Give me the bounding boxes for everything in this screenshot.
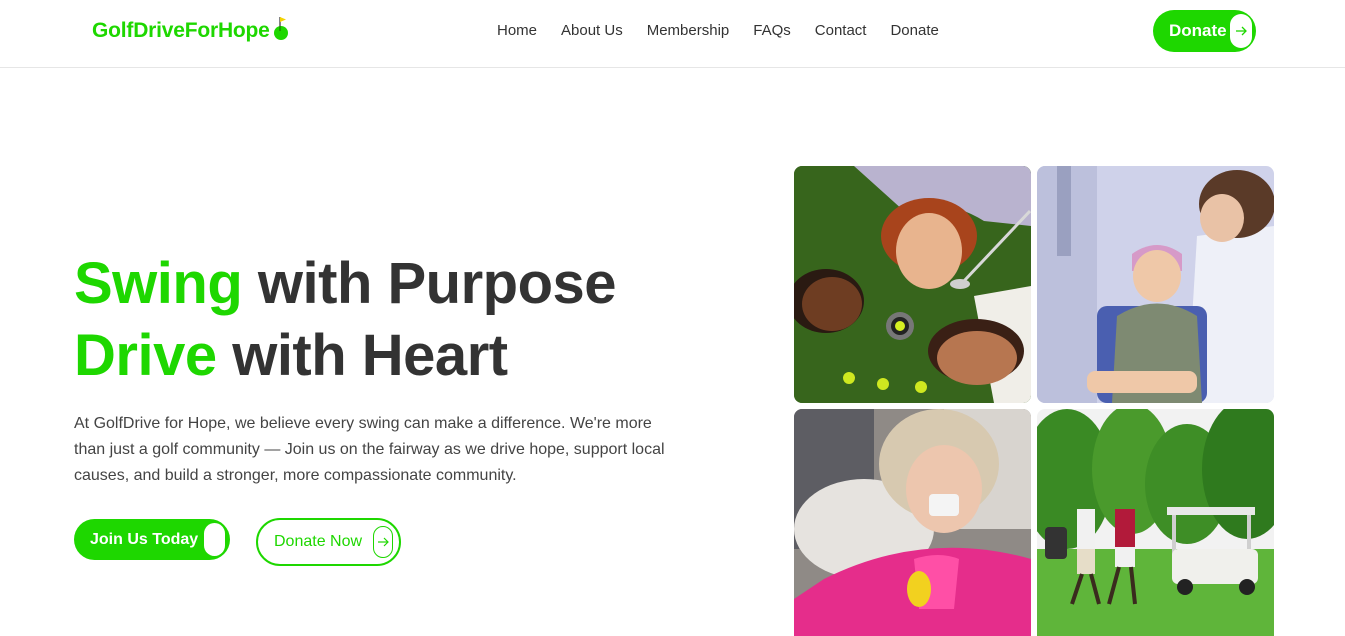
header-donate-label: Donate: [1169, 21, 1227, 40]
photo-girl-pink-shirt: [794, 409, 1031, 636]
arrow-right-icon: [1230, 14, 1252, 48]
nav-membership[interactable]: Membership: [647, 22, 730, 40]
nav-contact[interactable]: Contact: [815, 22, 867, 40]
hero-title-rest-1: with Purpose: [242, 251, 617, 316]
photo-child-hospital: [1037, 166, 1274, 403]
join-us-today-button[interactable]: Join Us Today: [74, 519, 230, 560]
hero-title-accent-1: Swing: [74, 251, 243, 316]
site-header: GolfDriveForHope Home About Us Membershi…: [0, 0, 1345, 68]
hero-title-accent-2: Drive: [74, 323, 217, 388]
nav-home[interactable]: Home: [497, 22, 537, 40]
logo-text: GolfDriveForHope: [92, 19, 270, 42]
donate-now-label: Donate Now: [274, 533, 363, 550]
hero-title-rest-2: with Heart: [216, 323, 508, 388]
nav-faqs[interactable]: FAQs: [753, 22, 791, 40]
golf-flag-ball-icon: [273, 15, 289, 41]
photo-golfers-on-green: [794, 166, 1031, 403]
hero-description: At GolfDrive for Hope, we believe every …: [74, 415, 665, 484]
nav-about-us[interactable]: About Us: [561, 22, 623, 40]
button-pill-icon: [204, 523, 225, 556]
header-donate-button[interactable]: Donate: [1153, 10, 1256, 52]
main-nav: Home About Us Membership FAQs Contact Do…: [497, 22, 963, 40]
arrow-right-icon: [373, 526, 393, 558]
donate-now-button[interactable]: Donate Now: [256, 518, 401, 566]
join-us-today-label: Join Us Today: [90, 530, 199, 548]
photo-golf-course-cart: [1037, 409, 1274, 636]
hero-title: Swing with Purpose Drive with Heart: [74, 248, 617, 392]
site-logo[interactable]: GolfDriveForHope: [92, 17, 289, 43]
nav-donate[interactable]: Donate: [890, 22, 938, 40]
